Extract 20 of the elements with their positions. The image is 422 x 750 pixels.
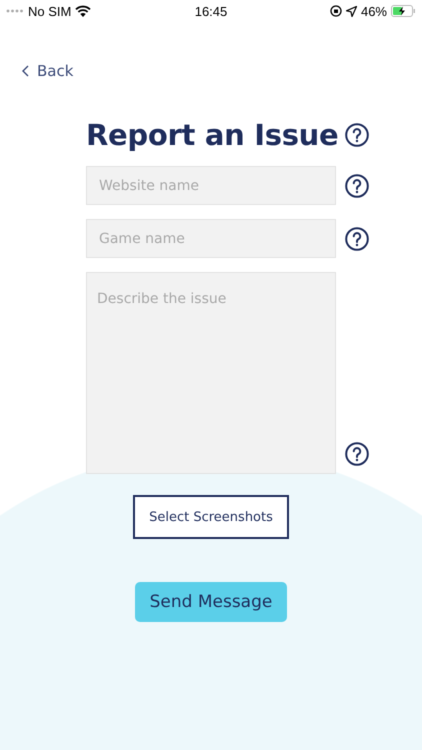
- battery-charging-icon: [391, 5, 416, 17]
- wifi-icon: [75, 5, 92, 17]
- select-screenshots-button[interactable]: Select Screenshots: [133, 495, 289, 539]
- rotation-lock-icon: [330, 5, 342, 17]
- page-title: Report an Issue: [86, 118, 336, 152]
- help-icon[interactable]: [345, 226, 369, 250]
- help-icon[interactable]: [345, 174, 369, 198]
- time-text: 16:45: [194, 4, 228, 18]
- text-field[interactable]: Website name: [86, 166, 336, 205]
- carrier-text: No SIM: [28, 4, 72, 18]
- send-message-button[interactable]: Send Message: [135, 582, 287, 622]
- location-icon: [346, 6, 357, 16]
- battery-percent-text: 46%: [360, 4, 387, 18]
- chevron-left-icon: [22, 65, 29, 77]
- text-field[interactable]: Game name: [86, 219, 336, 258]
- help-icon[interactable]: [345, 442, 369, 466]
- back-button[interactable]: Back: [22, 62, 74, 80]
- description-field[interactable]: Describe the issue: [86, 272, 336, 474]
- help-icon[interactable]: [345, 123, 369, 147]
- signal-icon: [6, 9, 24, 13]
